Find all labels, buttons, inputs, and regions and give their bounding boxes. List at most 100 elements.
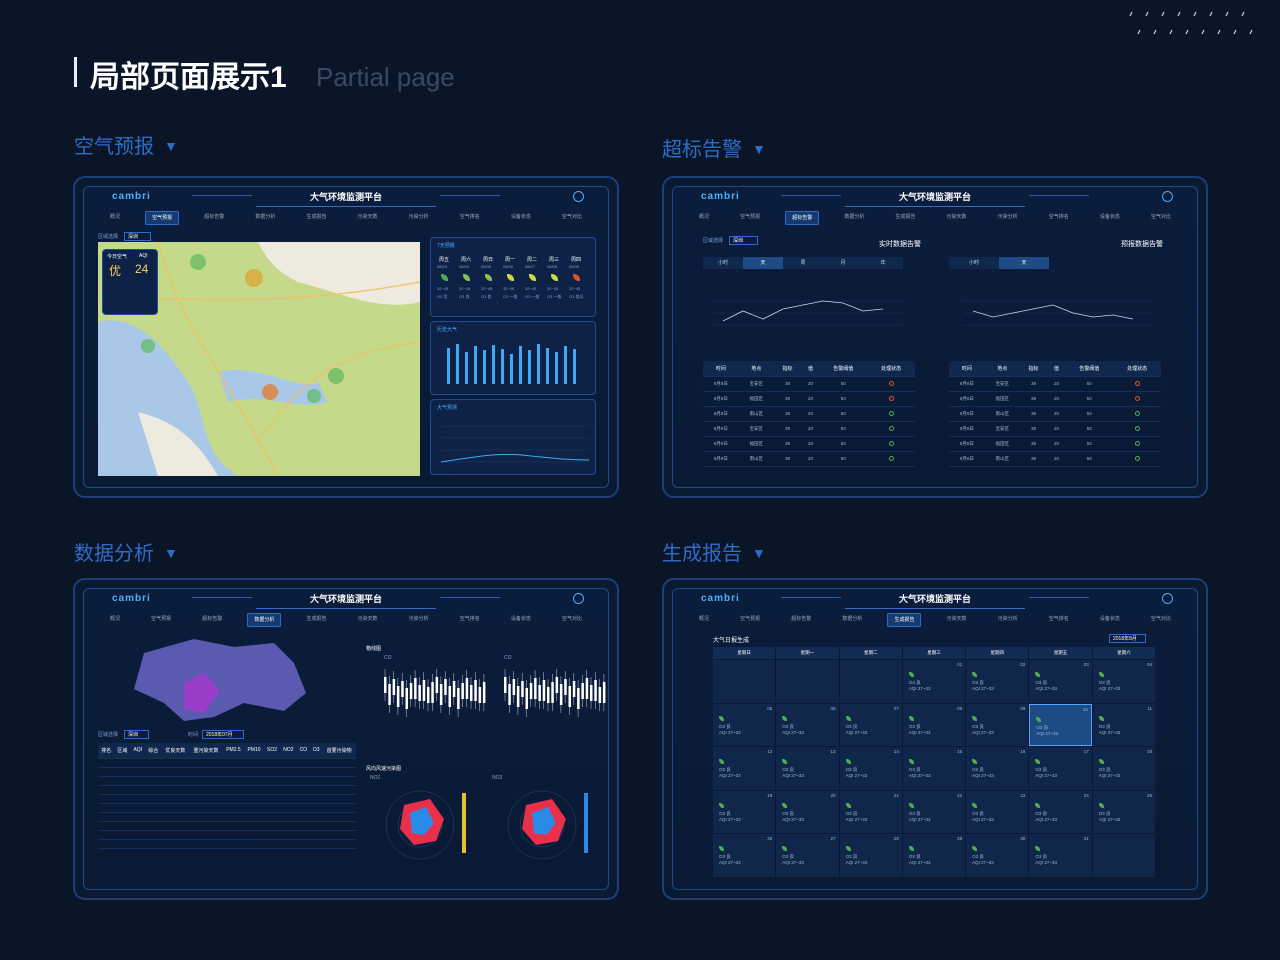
- panel-air-forecast[interactable]: cambri 大气环境监测平台 概况 空气预报 超标告警 数据分析 生成报告 污…: [73, 176, 619, 498]
- panel-analysis[interactable]: cambri 大气环境监测平台 概况 空气预报 超标告警 数据分析 生成报告 污…: [73, 578, 619, 900]
- table-cell: 20: [801, 436, 820, 452]
- nav-item[interactable]: 污染分析: [992, 613, 1024, 627]
- nav-item[interactable]: 污染天数: [941, 211, 973, 225]
- calendar-day-cell[interactable]: 21 O3 良 AQI 27~33: [839, 790, 902, 834]
- nav-item[interactable]: 设备状态: [505, 613, 537, 627]
- check-circle-icon: [1134, 425, 1140, 431]
- calendar-day-cell[interactable]: 20 O3 良 AQI 27~33: [776, 790, 839, 834]
- nav-item[interactable]: 污染分析: [403, 613, 435, 627]
- nav-item[interactable]: 概况: [104, 211, 126, 225]
- calendar-day-cell[interactable]: 16 O3 良 AQI 27~33: [966, 747, 1029, 790]
- nav-item[interactable]: 污染天数: [352, 613, 384, 627]
- calendar-day-cell[interactable]: 13 O3 良 AQI 27~33: [776, 747, 839, 790]
- nav-item[interactable]: 空气预报: [734, 211, 766, 225]
- nav-item[interactable]: 空气预报: [145, 613, 177, 627]
- nav-item[interactable]: 空气对比: [1145, 613, 1177, 627]
- table-cell: 20: [801, 391, 820, 407]
- month-select[interactable]: 2018年8月: [1109, 634, 1146, 643]
- nav-item-active[interactable]: 数据分析: [247, 613, 282, 627]
- region-select[interactable]: 深圳: [124, 232, 152, 241]
- calendar-day-cell[interactable]: 15 O3 良 AQI 27~33: [902, 747, 966, 790]
- nav-item[interactable]: 污染分析: [403, 211, 435, 225]
- nav-item[interactable]: 数据分析: [249, 211, 281, 225]
- calendar-day-cell[interactable]: 29 O3 良 AQI 27~33: [902, 834, 966, 877]
- nav-item[interactable]: 概况: [693, 613, 715, 627]
- calendar-day-cell[interactable]: 23 O3 良 AQI 27~33: [966, 790, 1029, 834]
- calendar-day-cell[interactable]: 01 O3 良 AQI 27~33: [902, 660, 966, 703]
- nav-item[interactable]: 超标告警: [785, 613, 817, 627]
- nav-item[interactable]: 概况: [104, 613, 126, 627]
- calendar-day-cell[interactable]: 30 O3 良 AQI 27~33: [966, 834, 1029, 877]
- calendar-day-cell[interactable]: 25 O3 良 AQI 27~33: [1092, 790, 1155, 834]
- user-avatar-icon[interactable]: [573, 593, 584, 604]
- nav-item[interactable]: 数据分析: [838, 211, 870, 225]
- calendar-day-cell[interactable]: 05 O3 良 AQI 27~33: [713, 703, 776, 747]
- calendar-day-cell[interactable]: 14 O3 良 AQI 27~33: [839, 747, 902, 790]
- nav-item-active[interactable]: 超标告警: [785, 211, 820, 225]
- time-tab[interactable]: 小时: [949, 257, 999, 269]
- nav-item[interactable]: 超标告警: [196, 613, 228, 627]
- calendar-day-cell[interactable]: 28 O3 良 AQI 27~33: [839, 834, 902, 877]
- nav-item[interactable]: 污染天数: [352, 211, 384, 225]
- nav-item[interactable]: 污染分析: [992, 211, 1024, 225]
- report-calendar: 星期日 星期一 星期二 星期三 星期四 星期五 星期六 01 O3 良 AQI 27~33 02 O3…: [713, 647, 1155, 877]
- calendar-day-cell[interactable]: 04 O3 良 AQI 27~33: [1092, 660, 1155, 703]
- calendar-day-cell[interactable]: 24 O3 良 AQI 27~33: [1029, 790, 1092, 834]
- panel-report[interactable]: cambri 大气环境监测平台 概况 空气预报 超标告警 数据分析 生成报告 污…: [662, 578, 1208, 900]
- calendar-day-cell[interactable]: 11 O3 良 AQI 27~33: [1092, 703, 1155, 747]
- calendar-day-cell[interactable]: 18 O3 良 AQI 27~33: [1092, 747, 1155, 790]
- time-tab[interactable]: 天: [743, 257, 783, 269]
- calendar-day-cell[interactable]: 09 O3 良 AQI 27~33: [966, 703, 1029, 747]
- region-select[interactable]: 深圳: [124, 730, 150, 739]
- calendar-day-cell[interactable]: 06 O3 良 AQI 27~33: [776, 703, 839, 747]
- nav-item[interactable]: 生成报告: [889, 211, 921, 225]
- user-avatar-icon[interactable]: [573, 191, 584, 202]
- nav-item[interactable]: 设备状态: [1094, 613, 1126, 627]
- nav-item[interactable]: 空气排名: [1043, 211, 1075, 225]
- table-cell: 39: [773, 421, 802, 437]
- nav-item[interactable]: 污染天数: [941, 613, 973, 627]
- nav-item[interactable]: 生成报告: [300, 613, 332, 627]
- calendar-day-cell[interactable]: 27 O3 良 AQI 27~33: [776, 834, 839, 877]
- nav-item[interactable]: 空气对比: [556, 211, 588, 225]
- region-select[interactable]: 深圳: [729, 236, 759, 245]
- user-avatar-icon[interactable]: [1162, 593, 1173, 604]
- calendar-day-cell[interactable]: 17 O3 良 AQI 27~33: [1029, 747, 1092, 790]
- time-tab[interactable]: 周: [783, 257, 823, 269]
- calendar-day-cell[interactable]: 07 O3 良 AQI 27~33: [839, 703, 902, 747]
- nav-item[interactable]: 空气排名: [454, 613, 486, 627]
- time-tab[interactable]: 天: [999, 257, 1049, 269]
- forecast-day: 周五: [439, 257, 450, 263]
- nav-item[interactable]: 空气预报: [734, 613, 766, 627]
- calendar-day-cell[interactable]: 08 O3 良 AQI 27~33: [902, 703, 966, 747]
- calendar-day-cell[interactable]: 10 O3 良 AQI 27~33: [1029, 703, 1092, 747]
- calendar-day-cell[interactable]: 26 O3 良 AQI 27~33: [713, 834, 776, 877]
- nav-item[interactable]: 空气对比: [556, 613, 588, 627]
- nav-item[interactable]: 设备状态: [505, 211, 537, 225]
- time-select[interactable]: 2018年07月: [202, 730, 244, 739]
- nav-item[interactable]: 设备状态: [1094, 211, 1126, 225]
- time-tab[interactable]: 年: [863, 257, 903, 269]
- region-heatmap[interactable]: [124, 633, 324, 723]
- nav-item[interactable]: 数据分析: [836, 613, 868, 627]
- nav-item-active[interactable]: 生成报告: [887, 613, 922, 627]
- nav-item[interactable]: 空气排名: [454, 211, 486, 225]
- nav-item[interactable]: 生成报告: [300, 211, 332, 225]
- calendar-day-cell[interactable]: 22 O3 良 AQI 27~33: [902, 790, 966, 834]
- nav-item[interactable]: 空气排名: [1043, 613, 1075, 627]
- time-tab[interactable]: 小时: [703, 257, 743, 269]
- nav-item[interactable]: 超标告警: [198, 211, 230, 225]
- calendar-day-cell[interactable]: 02 O3 良 AQI 27~33: [966, 660, 1029, 703]
- user-avatar-icon[interactable]: [1162, 191, 1173, 202]
- nav-item-active[interactable]: 空气预报: [145, 211, 180, 225]
- nav-item[interactable]: 空气对比: [1145, 211, 1177, 225]
- calendar-day-cell[interactable]: 12 O3 良 AQI 27~33: [713, 747, 776, 790]
- leaf-icon: [908, 802, 914, 808]
- calendar-day-cell[interactable]: 03 O3 良 AQI 27~33: [1029, 660, 1092, 703]
- time-tab[interactable]: 月: [823, 257, 863, 269]
- panel-alarm[interactable]: cambri 大气环境监测平台 概况 空气预报 超标告警 数据分析 生成报告 污…: [662, 176, 1208, 498]
- calendar-day-cell[interactable]: 19 O3 良 AQI 27~33: [713, 790, 776, 834]
- forecast-date: 08/03: [437, 264, 448, 269]
- calendar-day-cell[interactable]: 31 O3 良 AQI 27~33: [1029, 834, 1092, 877]
- nav-item[interactable]: 概况: [693, 211, 715, 225]
